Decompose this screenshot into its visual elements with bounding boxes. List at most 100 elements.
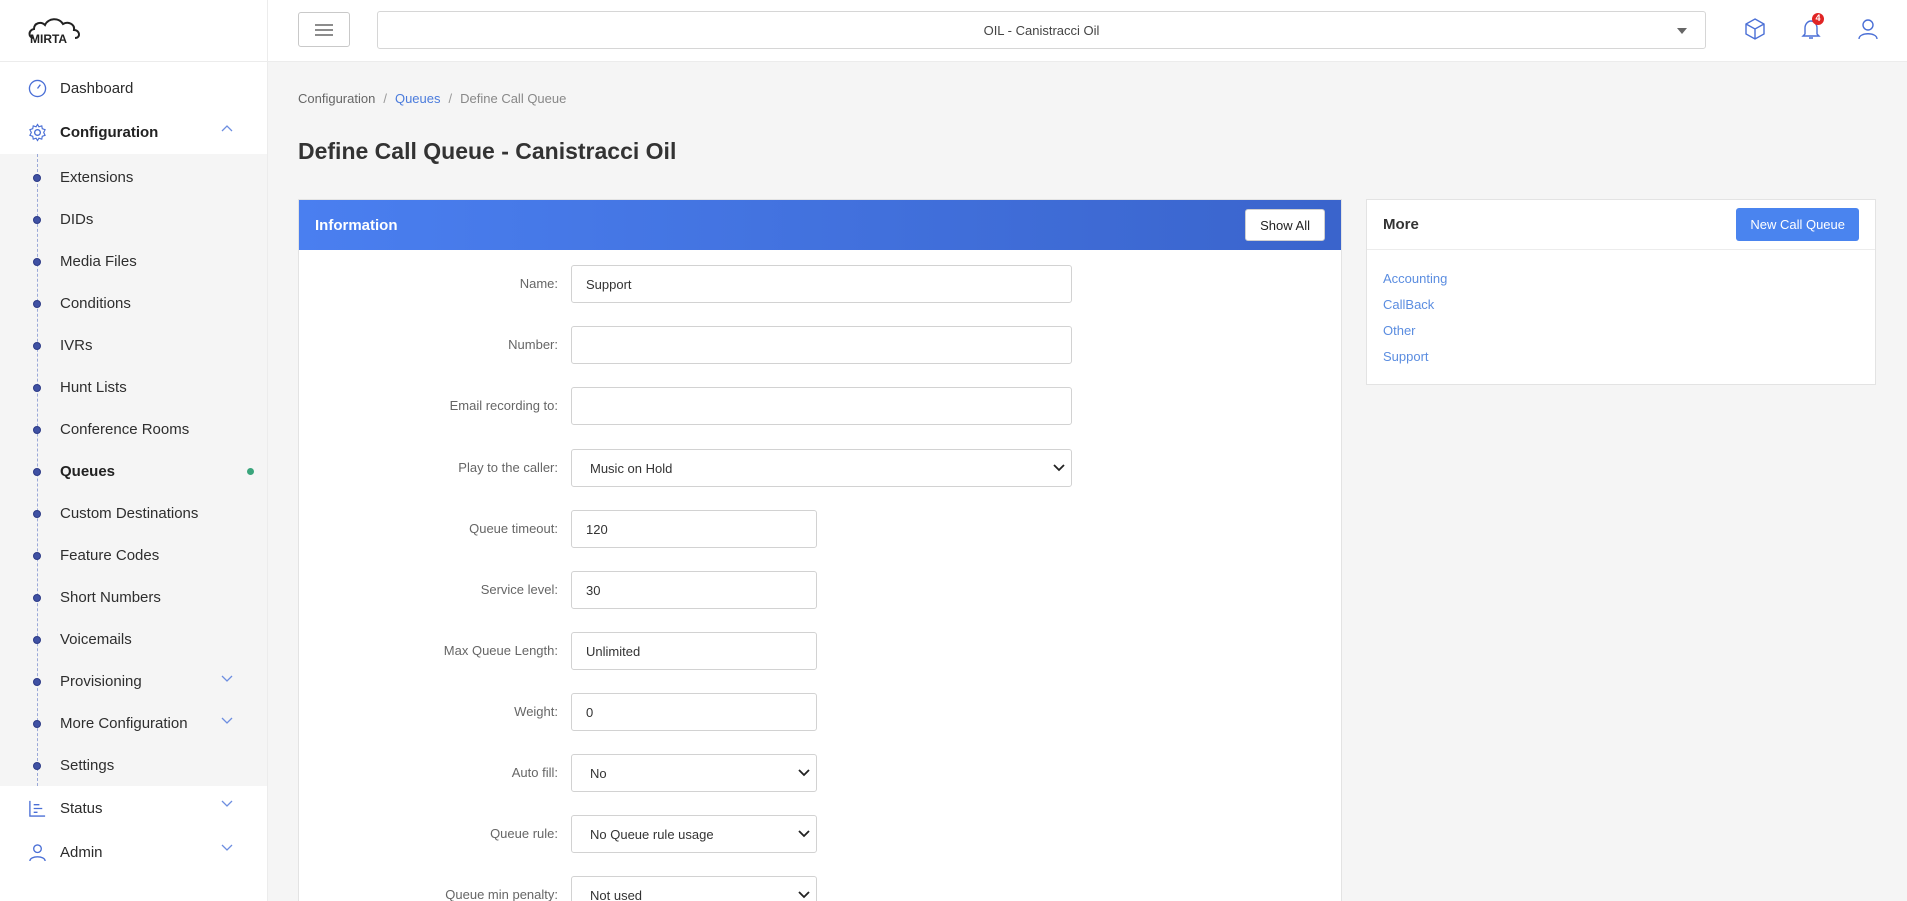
sidebar-item-short-numbers[interactable]: Short Numbers <box>0 576 267 618</box>
email-recording-field[interactable] <box>571 387 1072 425</box>
information-title: Information <box>315 216 398 234</box>
more-title: More <box>1383 216 1419 233</box>
play-label: Play to the caller: <box>458 460 558 475</box>
new-call-queue-button[interactable]: New Call Queue <box>1736 208 1859 241</box>
service-label: Service level: <box>480 582 558 597</box>
breadcrumb-separator: / <box>448 91 453 106</box>
weight-label: Weight: <box>514 704 558 719</box>
sidebar-item-admin[interactable]: Admin <box>0 830 267 874</box>
sidebar-item-settings[interactable]: Settings <box>0 744 267 786</box>
sidebar-nav: Dashboard Configuration Extensions DIDs … <box>0 66 267 874</box>
active-indicator-icon <box>247 468 254 475</box>
bullet-icon <box>33 426 41 434</box>
sidebar-item-label: Admin <box>60 843 103 861</box>
sidebar-item-conditions[interactable]: Conditions <box>0 282 267 324</box>
chevron-down-icon <box>221 800 233 807</box>
bullet-icon <box>33 720 41 728</box>
name-label: Name: <box>519 276 558 291</box>
sidebar-item-hunt-lists[interactable]: Hunt Lists <box>0 366 267 408</box>
logo[interactable]: MIRTA <box>0 0 267 62</box>
number-label: Number: <box>508 337 558 352</box>
breadcrumb-queues-link[interactable]: Queues <box>395 91 441 106</box>
queue-min-penalty-select[interactable]: Not used <box>571 876 817 901</box>
name-field[interactable]: Support <box>571 265 1072 303</box>
sidebar-item-label: More Configuration <box>60 714 188 732</box>
sidebar-item-label: Settings <box>60 756 115 774</box>
sidebar-item-label: Dashboard <box>60 79 134 97</box>
select-value: Not used <box>590 887 643 901</box>
select-value: No <box>590 765 607 781</box>
sidebar-item-queues[interactable]: Queues <box>0 450 267 492</box>
play-to-caller-select[interactable]: Music on Hold <box>571 449 1072 487</box>
service-level-field[interactable]: 30 <box>571 571 817 609</box>
bullet-icon <box>33 510 41 518</box>
sidebar-item-more-configuration[interactable]: More Configuration <box>0 702 267 744</box>
chevron-down-icon <box>798 830 810 838</box>
bullet-icon <box>33 300 41 308</box>
rule-row: Queue rule: No Queue rule usage <box>299 815 1341 853</box>
chevron-down-icon <box>798 769 810 777</box>
select-value: Music on Hold <box>590 460 673 476</box>
queue-link-accounting[interactable]: Accounting <box>1383 270 1859 296</box>
number-field[interactable] <box>571 326 1072 364</box>
chevron-down-icon <box>221 717 233 724</box>
timeout-label: Queue timeout: <box>469 521 558 536</box>
breadcrumb-separator: / <box>383 91 387 106</box>
bullet-icon <box>33 384 41 392</box>
notification-badge: 4 <box>1812 13 1824 25</box>
queue-link-support[interactable]: Support <box>1383 348 1859 374</box>
autofill-label: Auto fill: <box>511 765 558 780</box>
maxlen-label: Max Queue Length: <box>443 643 558 658</box>
notification-bell-icon[interactable]: 4 <box>1798 13 1824 42</box>
chevron-down-icon <box>221 844 233 851</box>
sidebar-item-label: Configuration <box>60 123 159 141</box>
bullet-icon <box>33 552 41 560</box>
sidebar-item-ivrs[interactable]: IVRs <box>0 324 267 366</box>
page-title: Define Call Queue - Canistracci Oil <box>298 138 677 164</box>
bullet-icon <box>33 594 41 602</box>
sidebar-item-label: Media Files <box>60 252 137 270</box>
sidebar-item-label: Hunt Lists <box>60 378 127 396</box>
user-icon <box>27 842 47 862</box>
sidebar-item-label: DIDs <box>60 210 94 228</box>
sidebar-item-label: Provisioning <box>60 672 142 690</box>
queue-timeout-field[interactable]: 120 <box>571 510 817 548</box>
sidebar: MIRTA Dashboard Configuration Extensions… <box>0 0 268 901</box>
queue-rule-select[interactable]: No Queue rule usage <box>571 815 817 853</box>
minpenalty-label: Queue min penalty: <box>445 887 558 901</box>
play-row: Play to the caller: Music on Hold <box>299 449 1341 487</box>
sidebar-item-label: Extensions <box>60 168 134 186</box>
max-queue-length-field[interactable]: Unlimited <box>571 632 817 670</box>
cube-icon[interactable] <box>1742 16 1768 42</box>
sidebar-item-extensions[interactable]: Extensions <box>0 156 267 198</box>
sidebar-item-dids[interactable]: DIDs <box>0 198 267 240</box>
menu-toggle-button[interactable] <box>298 12 350 47</box>
sidebar-item-media-files[interactable]: Media Files <box>0 240 267 282</box>
user-profile-icon[interactable] <box>1855 16 1881 42</box>
caret-down-icon <box>1677 28 1687 34</box>
email-label: Email recording to: <box>449 398 558 413</box>
number-row: Number: <box>299 326 1341 364</box>
chevron-up-icon <box>221 125 233 132</box>
chevron-down-icon <box>1053 464 1065 472</box>
breadcrumb-configuration: Configuration <box>298 91 376 106</box>
queue-link-callback[interactable]: CallBack <box>1383 296 1859 322</box>
sidebar-item-status[interactable]: Status <box>0 786 267 830</box>
queue-link-other[interactable]: Other <box>1383 322 1859 348</box>
tenant-select[interactable]: OIL - Canistracci Oil <box>377 11 1706 49</box>
sidebar-item-label: Voicemails <box>60 630 132 648</box>
sidebar-item-dashboard[interactable]: Dashboard <box>0 66 267 110</box>
hamburger-icon <box>315 23 333 36</box>
sidebar-item-feature-codes[interactable]: Feature Codes <box>0 534 267 576</box>
mirta-logo-icon: MIRTA <box>28 17 80 46</box>
sidebar-item-provisioning[interactable]: Provisioning <box>0 660 267 702</box>
sidebar-item-configuration[interactable]: Configuration <box>0 110 267 154</box>
show-all-button[interactable]: Show All <box>1245 209 1325 241</box>
sidebar-item-conference-rooms[interactable]: Conference Rooms <box>0 408 267 450</box>
sidebar-item-voicemails[interactable]: Voicemails <box>0 618 267 660</box>
weight-field[interactable]: 0 <box>571 693 817 731</box>
auto-fill-select[interactable]: No <box>571 754 817 792</box>
sidebar-item-label: Short Numbers <box>60 588 161 606</box>
sidebar-item-custom-destinations[interactable]: Custom Destinations <box>0 492 267 534</box>
name-row: Name: Support <box>299 265 1341 303</box>
